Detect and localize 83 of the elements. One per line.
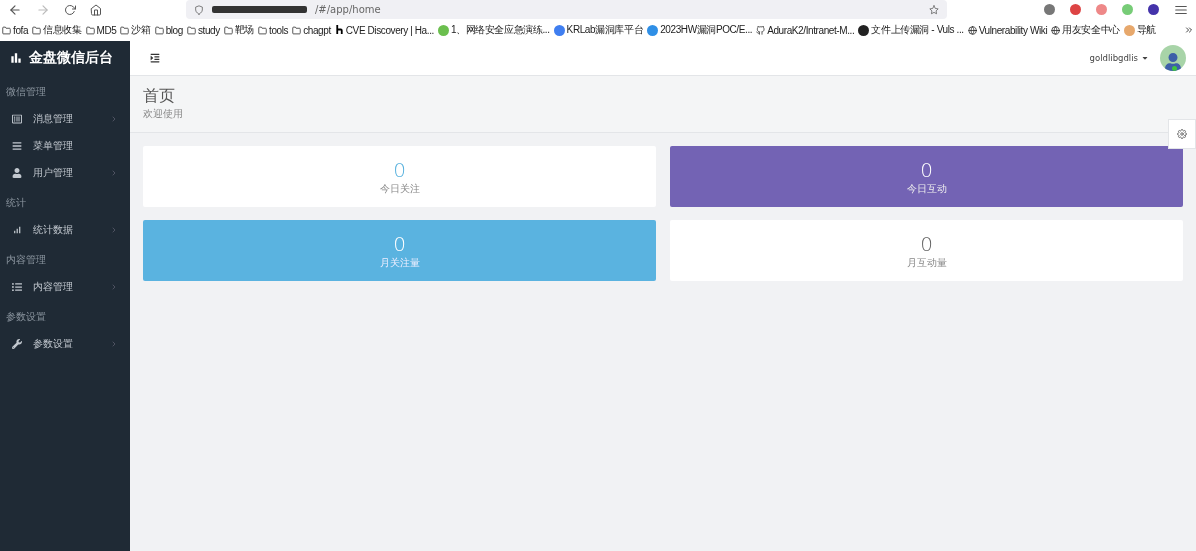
bookmark-link[interactable]: chagpt xyxy=(303,24,331,36)
bookmark-link[interactable]: MD5 xyxy=(96,24,117,36)
chevron-icon xyxy=(110,339,118,348)
folder-icon xyxy=(85,25,95,35)
stat-label: 今日关注 xyxy=(379,181,420,196)
circle-logo-icon xyxy=(858,24,870,36)
back-icon[interactable] xyxy=(8,2,22,17)
folder-icon xyxy=(223,25,233,35)
folder-icon xyxy=(120,25,130,35)
chevron-icon xyxy=(110,114,118,123)
bookmark-link[interactable]: 靶场 xyxy=(234,23,255,37)
settings-button[interactable] xyxy=(1168,119,1196,149)
stat-label: 月互动量 xyxy=(906,255,947,270)
bookmark-star-icon[interactable] xyxy=(929,4,939,15)
stat-label: 月关注量 xyxy=(379,255,420,270)
chevron-icon xyxy=(110,168,118,177)
sidebar-heading: 统计 xyxy=(5,196,27,210)
folder-icon xyxy=(32,25,42,35)
bookmark-link[interactable]: 沙箱 xyxy=(131,23,151,37)
sidebar-item[interactable]: 菜单管理 xyxy=(0,132,130,159)
sidebar-item[interactable]: 统计数据 xyxy=(0,216,130,243)
shield-icon xyxy=(194,4,204,15)
caret-icon[interactable] xyxy=(1141,54,1149,62)
globe-icon xyxy=(1051,25,1061,35)
bookmark-link[interactable]: tools xyxy=(269,24,289,36)
github-icon xyxy=(756,25,766,35)
page-subtitle: 欢迎使用 xyxy=(143,107,184,121)
avatar[interactable] xyxy=(1160,45,1186,71)
bookmark-link[interactable]: CVE Discovery | Ha... xyxy=(345,24,434,36)
home-icon[interactable] xyxy=(90,3,102,16)
sidebar-heading: 内容管理 xyxy=(5,253,47,267)
extension-icon[interactable] xyxy=(1148,4,1159,15)
circle-logo-icon xyxy=(553,24,565,36)
sidebar-item[interactable]: 参数设置 xyxy=(0,330,130,357)
folder-icon xyxy=(258,25,268,35)
sidebar-heading: 微信管理 xyxy=(5,85,47,99)
list-icon xyxy=(12,140,22,151)
user-icon xyxy=(12,167,22,178)
list-icon xyxy=(12,281,22,292)
bar-chart-icon xyxy=(9,51,23,65)
more-bookmarks-icon[interactable] xyxy=(1184,25,1194,35)
bookmark-link[interactable]: 2023HW漏洞POC/E... xyxy=(660,23,753,37)
extension-icon[interactable] xyxy=(1044,4,1055,15)
bookmark-link[interactable]: 信息收集 xyxy=(43,23,82,37)
address-bar[interactable]: /#/app/home xyxy=(186,0,947,19)
h-logo-icon xyxy=(334,24,344,36)
page-title: 首页 xyxy=(143,86,176,107)
username[interactable]: goldlibgdlis xyxy=(1089,53,1138,63)
signal-icon xyxy=(12,224,22,235)
bookmark-link[interactable]: 用友安全中心 xyxy=(1062,23,1120,37)
bookmark-link[interactable]: 文件上传漏洞 - Vuls ... xyxy=(871,23,964,37)
reload-icon[interactable] xyxy=(64,3,76,16)
bookmark-link[interactable]: fofa xyxy=(13,24,29,36)
stat-value: 0 xyxy=(393,157,406,182)
bookmark-link[interactable]: KRLab漏洞库平台 xyxy=(566,23,644,37)
sidebar-item[interactable]: 用户管理 xyxy=(0,159,130,186)
stat-value: 0 xyxy=(393,231,406,256)
wrench-icon xyxy=(12,338,22,349)
folder-icon xyxy=(186,25,196,35)
folder-icon xyxy=(154,25,164,35)
sidebar-heading: 参数设置 xyxy=(5,310,47,324)
folder-icon xyxy=(292,25,302,35)
bookmark-link[interactable]: AduraK2/Intranet-M... xyxy=(767,24,855,36)
bookmark-link[interactable]: Vulnerability Wiki xyxy=(978,24,1048,36)
brand-title: 金盘微信后台 xyxy=(29,49,113,67)
stat-label: 今日互动 xyxy=(906,181,947,196)
bookmark-link[interactable]: 导航 xyxy=(1136,23,1157,37)
settings-icon xyxy=(1177,129,1187,139)
sidebar-item[interactable]: 内容管理 xyxy=(0,273,130,300)
menu-toggle-icon[interactable] xyxy=(150,53,160,63)
bookmark-link[interactable]: study xyxy=(197,24,220,36)
document-icon xyxy=(12,113,22,124)
stat-value: 0 xyxy=(920,157,933,182)
url-text: /#/app/home xyxy=(315,4,381,15)
sidebar-item[interactable]: 消息管理 xyxy=(0,105,130,132)
extension-icon[interactable] xyxy=(1070,4,1081,15)
chevron-icon xyxy=(110,282,118,291)
bookmark-link[interactable]: 1、网络安全应急演练... xyxy=(450,23,550,37)
stat-value: 0 xyxy=(920,231,933,256)
chevron-icon xyxy=(110,225,118,234)
bookmark-link[interactable]: blog xyxy=(165,24,183,36)
globe-icon xyxy=(967,25,977,35)
folder-icon xyxy=(2,25,11,35)
